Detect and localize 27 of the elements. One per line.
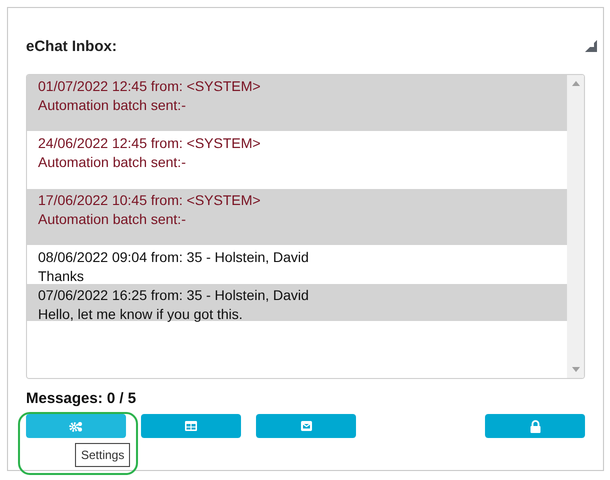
- envelope-button[interactable]: [256, 414, 356, 438]
- panel-title: eChat Inbox:: [26, 37, 118, 57]
- gears-button[interactable]: [26, 414, 126, 438]
- gears-icon: [69, 420, 83, 432]
- scroll-down-icon[interactable]: [572, 366, 580, 372]
- message-header: 17/06/2022 10:45 from: <SYSTEM>: [38, 190, 262, 210]
- message-header: 01/07/2022 12:45 from: <SYSTEM>: [38, 76, 262, 96]
- lock-icon: [530, 420, 540, 432]
- message-text: Automation batch sent:-: [38, 96, 187, 114]
- message-text: Automation batch sent:-: [38, 210, 187, 228]
- message-row[interactable]: 07/06/2022 16:25 from: 35 - Holstein, David Hello, let me know if you got this.: [27, 284, 567, 322]
- tooltip: Settings: [75, 443, 130, 467]
- message-counter: Messages: 0 / 5: [26, 388, 138, 408]
- table-icon: [185, 421, 197, 431]
- lock-button[interactable]: [485, 414, 585, 438]
- table-button[interactable]: [141, 414, 241, 438]
- message-row[interactable]: 01/07/2022 12:45 from: <SYSTEM> Automation batch sent:-: [27, 74, 567, 132]
- message-text: Thanks: [38, 266, 85, 286]
- message-text: Automation batch sent:-: [38, 152, 187, 172]
- message-row[interactable]: 17/06/2022 10:45 from: <SYSTEM> Automation batch sent:-: [27, 188, 567, 246]
- message-header: 08/06/2022 09:04 from: 35 - Holstein, David: [38, 248, 310, 266]
- envelope-icon: [300, 421, 312, 431]
- resize-icon[interactable]: [585, 40, 597, 52]
- message-header: 24/06/2022 12:45 from: <SYSTEM>: [38, 134, 262, 152]
- message-text: Hello, let me know if you got this.: [38, 304, 244, 324]
- message-header: 07/06/2022 16:25 from: 35 - Holstein, David: [38, 286, 310, 304]
- scroll-up-icon[interactable]: [572, 80, 580, 86]
